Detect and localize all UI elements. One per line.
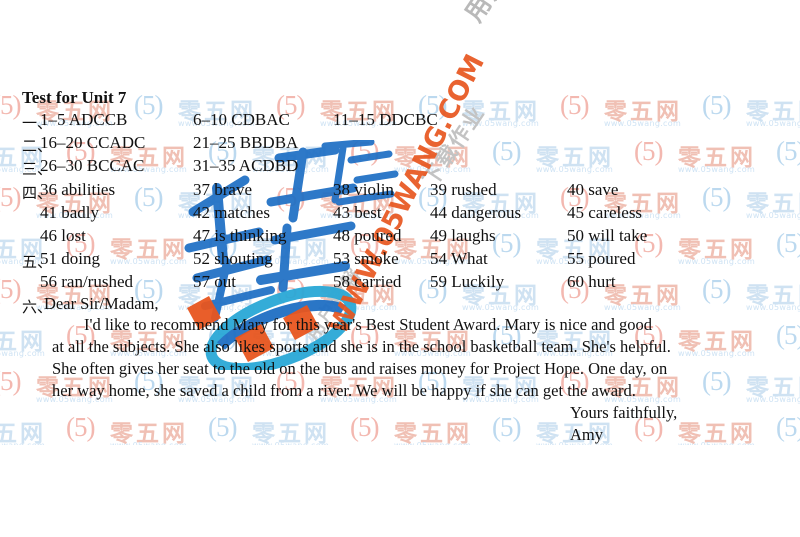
answer-cell: 51 doing (40, 249, 100, 268)
answer-content: Test for Unit 7 一、 1–5 ADCCB 6–10 CDBAC … (0, 0, 800, 537)
answer-key-page: (5)零五网www.05wang.com(5)零五网www.05wang.com… (0, 0, 800, 537)
answer-cell: 1–5 ADCCB (40, 110, 128, 129)
answer-cell: 49 laughs (430, 226, 496, 245)
page-title: Test for Unit 7 (22, 88, 127, 107)
answer-cell: 37 brave (193, 180, 253, 199)
answer-cell: 52 shouting (193, 249, 273, 268)
answer-cell: 40 save (567, 180, 619, 199)
letter-body-line: She often gives her seat to the old on t… (52, 359, 668, 378)
answer-cell: 59 Luckily (430, 272, 505, 291)
answer-cell: 31–35 ACDBD (193, 156, 299, 175)
answer-cell: 58 carried (333, 272, 402, 291)
answer-cell: 53 smoke (333, 249, 399, 268)
answer-cell: 56 ran/rushed (40, 272, 134, 291)
answer-cell: 46 lost (40, 226, 86, 245)
answer-cell: 11–15 DDCBC (333, 110, 438, 129)
answer-cell: 48 poured (333, 226, 402, 245)
answer-cell: 39 rushed (430, 180, 497, 199)
answer-cell: 26–30 BCCAC (40, 156, 145, 175)
letter-body-line: I'd like to recommend Mary for this year… (84, 315, 653, 334)
answer-cell: 21–25 BBDBA (193, 133, 299, 152)
answer-cell: 43 best (333, 203, 382, 222)
letter-closing: Yours faithfully, (570, 403, 678, 422)
answer-cell: 50 will take (567, 226, 648, 245)
answer-cell: 42 matches (193, 203, 270, 222)
answer-cell: 36 abilities (40, 180, 116, 199)
letter-body-line: her way home, she saved a child from a r… (52, 381, 636, 400)
answer-cell: 57 out (193, 272, 236, 291)
letter-salutation: Dear Sir/Madam, (44, 294, 159, 313)
answer-cell: 41 badly (40, 203, 100, 222)
letter-body-line: at all the subjects. She also likes spor… (52, 337, 671, 356)
answer-cell: 38 violin (333, 180, 394, 199)
letter-signature: Amy (570, 425, 603, 444)
answer-cell: 47 is thinking (193, 226, 287, 245)
answer-cell: 16–20 CCADC (40, 133, 146, 152)
answer-cell: 60 hurt (567, 272, 616, 291)
answer-cell: 55 poured (567, 249, 636, 268)
answer-cell: 44 dangerous (430, 203, 522, 222)
answer-cell: 6–10 CDBAC (193, 110, 290, 129)
answer-cell: 54 What (430, 249, 488, 268)
answer-cell: 45 careless (567, 203, 643, 222)
